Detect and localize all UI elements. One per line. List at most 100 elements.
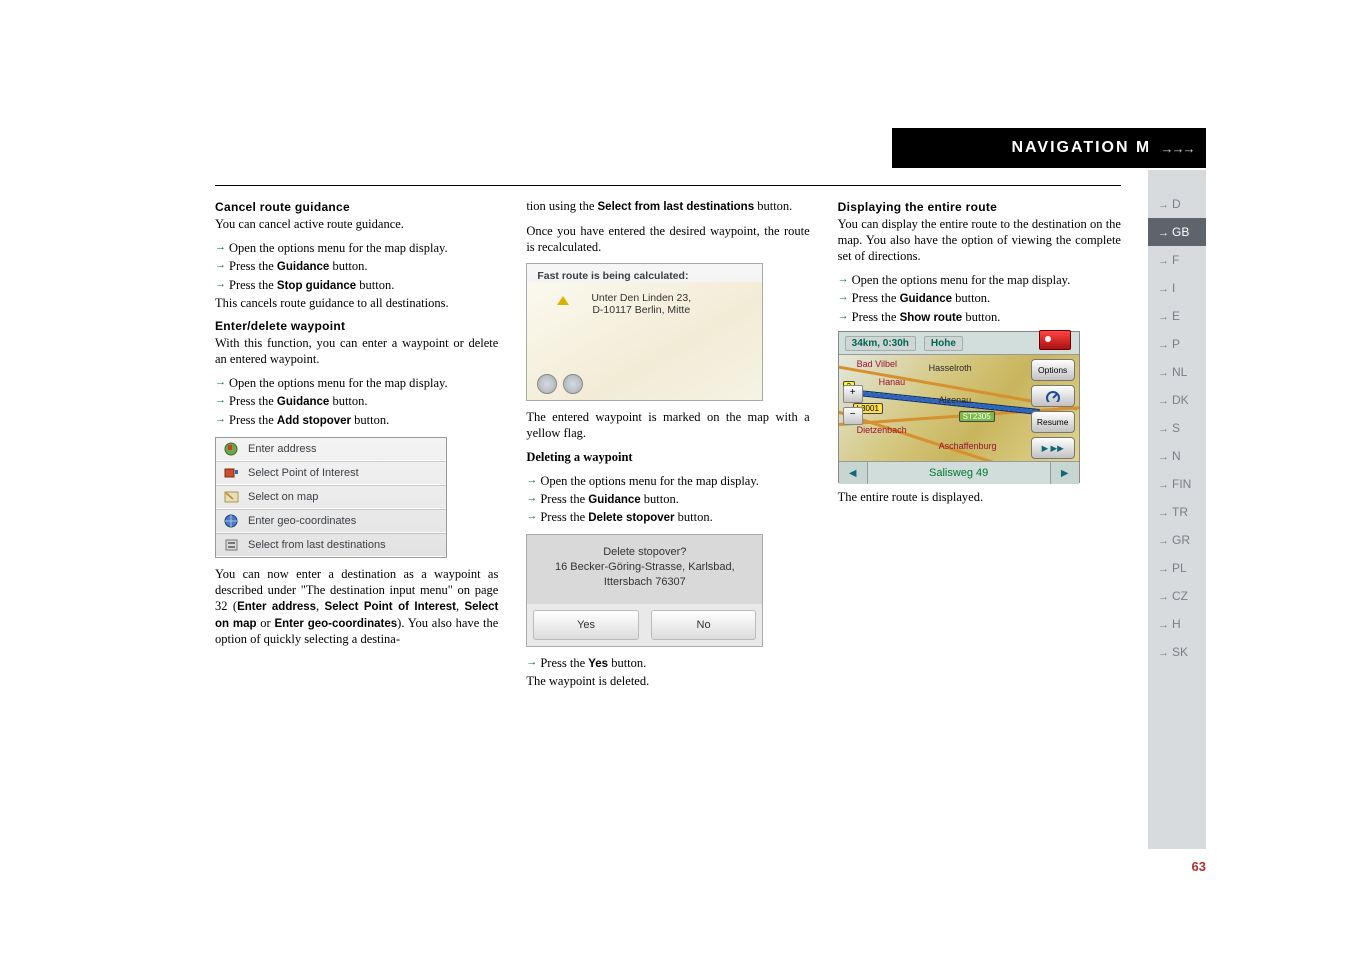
lang-sk[interactable]: →SK [1148,638,1206,666]
lang-nl[interactable]: →NL [1148,358,1206,386]
arrow-icon: → [1158,311,1169,323]
step-text: Press the [852,310,900,324]
lang-code: NL [1172,365,1187,379]
play-button[interactable]: ▶ ▶▶ [1031,437,1075,459]
page-number: 63 [1192,859,1206,874]
step-text: Open the options menu for the map displa… [852,273,1071,287]
text: This cancels route guidance to all desti… [215,295,498,311]
step: →Open the options menu for the map displ… [526,473,809,489]
lang-h[interactable]: →H [1148,610,1206,638]
map-top-bar: 34km, 0:30h Hohe [839,332,1079,355]
no-button[interactable]: No [651,610,757,640]
lang-dk[interactable]: →DK [1148,386,1206,414]
arrow-icon: → [1158,395,1169,407]
step: →Press the Guidance button. [838,290,1121,307]
lang-code: SK [1172,645,1188,659]
lang-n[interactable]: →N [1148,442,1206,470]
lang-d[interactable]: →D [1148,190,1206,218]
lang-cz[interactable]: →CZ [1148,582,1206,610]
column-3: Displaying the entire route You can disp… [838,196,1121,854]
lang-tr[interactable]: →TR [1148,498,1206,526]
city-label: Bad Vilbel [857,359,897,369]
text-span: tion using the [526,199,597,213]
menu-label: Select from last destinations [248,539,386,551]
speed-button[interactable] [1031,385,1075,407]
arrow-icon: → [1158,619,1169,631]
menu-item-select-map[interactable]: Select on map [216,485,446,509]
poi-icon [224,466,240,480]
step: →Press the Guidance button. [215,258,498,275]
step: →Press the Delete stopover button. [526,509,809,526]
text-span: , [316,599,325,613]
lang-code: DK [1172,393,1189,407]
lang-pl[interactable]: →PL [1148,554,1206,582]
ui-button-ref: Guidance [277,396,329,408]
ui-ref: Select Point of Interest [325,601,456,613]
ui-button-ref: Guidance [900,293,952,305]
header-arrows-box: →→→ [1148,128,1206,168]
ui-button-ref: Guidance [277,261,329,273]
history-icon [224,538,240,552]
lang-s[interactable]: →S [1148,414,1206,442]
step-text: Press the [229,278,277,292]
compass-icons [537,374,583,394]
heading-display-route: Displaying the entire route [838,200,1121,214]
next-button[interactable]: ► [1050,462,1079,484]
route-summary: 34km, 0:30h [845,336,916,351]
yes-button[interactable]: Yes [533,610,639,640]
destination-menu: Enter address Select Point of Interest S… [215,437,447,558]
menu-item-poi[interactable]: Select Point of Interest [216,461,446,485]
lang-f[interactable]: →F [1148,246,1206,274]
menu-item-last-dest[interactable]: Select from last destinations [216,533,446,557]
lang-code: N [1172,449,1181,463]
step-text: button. [329,394,367,408]
step-text: Press the [229,394,277,408]
step-text: button. [356,278,394,292]
prev-button[interactable]: ◄ [839,462,868,484]
lang-code: F [1172,253,1179,267]
options-button[interactable]: Options [1031,359,1075,381]
menu-item-geo[interactable]: Enter geo-coordinates [216,509,446,533]
step: →Press the Stop guidance button. [215,277,498,294]
lang-code: PL [1172,561,1187,575]
text: With this function, you can enter a wayp… [215,335,498,367]
lang-i[interactable]: →I [1148,274,1206,302]
map-canvas: Bad Vilbel Hanau Hasselroth Alzenau Diet… [839,355,1079,461]
lang-gb[interactable]: →GB [1148,218,1206,246]
arrow-icon: → [215,240,226,254]
menu-item-enter-address[interactable]: Enter address [216,438,446,461]
step-text: Open the options menu for the map displa… [540,474,759,488]
zoom-in-button[interactable]: + [843,385,863,403]
arrow-icon: → [1158,227,1169,239]
text-span: or [257,616,275,630]
lang-fin[interactable]: →FIN [1148,470,1206,498]
lang-e[interactable]: →E [1148,302,1206,330]
step-text: Press the [852,291,900,305]
ui-button-ref: Add stopover [277,415,351,427]
arrow-icon: → [1158,479,1169,491]
calc-address: Unter Den Linden 23, D-10117 Berlin, Mit… [591,292,691,317]
arrow-icon: → [838,290,849,304]
text: You can cancel active route guidance. [215,216,498,232]
map-bottom-bar: ◄ Salisweg 49 ► [839,461,1079,484]
step: →Press the Guidance button. [215,393,498,410]
dialog-message: Delete stopover? 16 Becker-Göring-Strass… [527,535,762,604]
resume-button[interactable]: Resume [1031,411,1075,433]
step: →Open the options menu for the map displ… [215,375,498,391]
lang-code: E [1172,309,1180,323]
road-sign: ST2305 [959,411,995,422]
flag-icon [224,442,240,456]
lang-code: S [1172,421,1180,435]
city-label: Dietzenbach [857,425,907,435]
arrow-icon: → [1158,535,1169,547]
arrow-icon: → [1158,451,1169,463]
lang-gr[interactable]: →GR [1148,526,1206,554]
route-loc: Hohe [924,336,963,351]
arrow-icon: → [215,393,226,407]
arrow-icon: → [215,277,226,291]
step-text: Open the options menu for the map displa… [229,241,448,255]
step-text: Open the options menu for the map displa… [229,376,448,390]
lang-code: I [1172,281,1175,295]
zoom-out-button[interactable]: − [843,407,863,425]
lang-p[interactable]: →P [1148,330,1206,358]
